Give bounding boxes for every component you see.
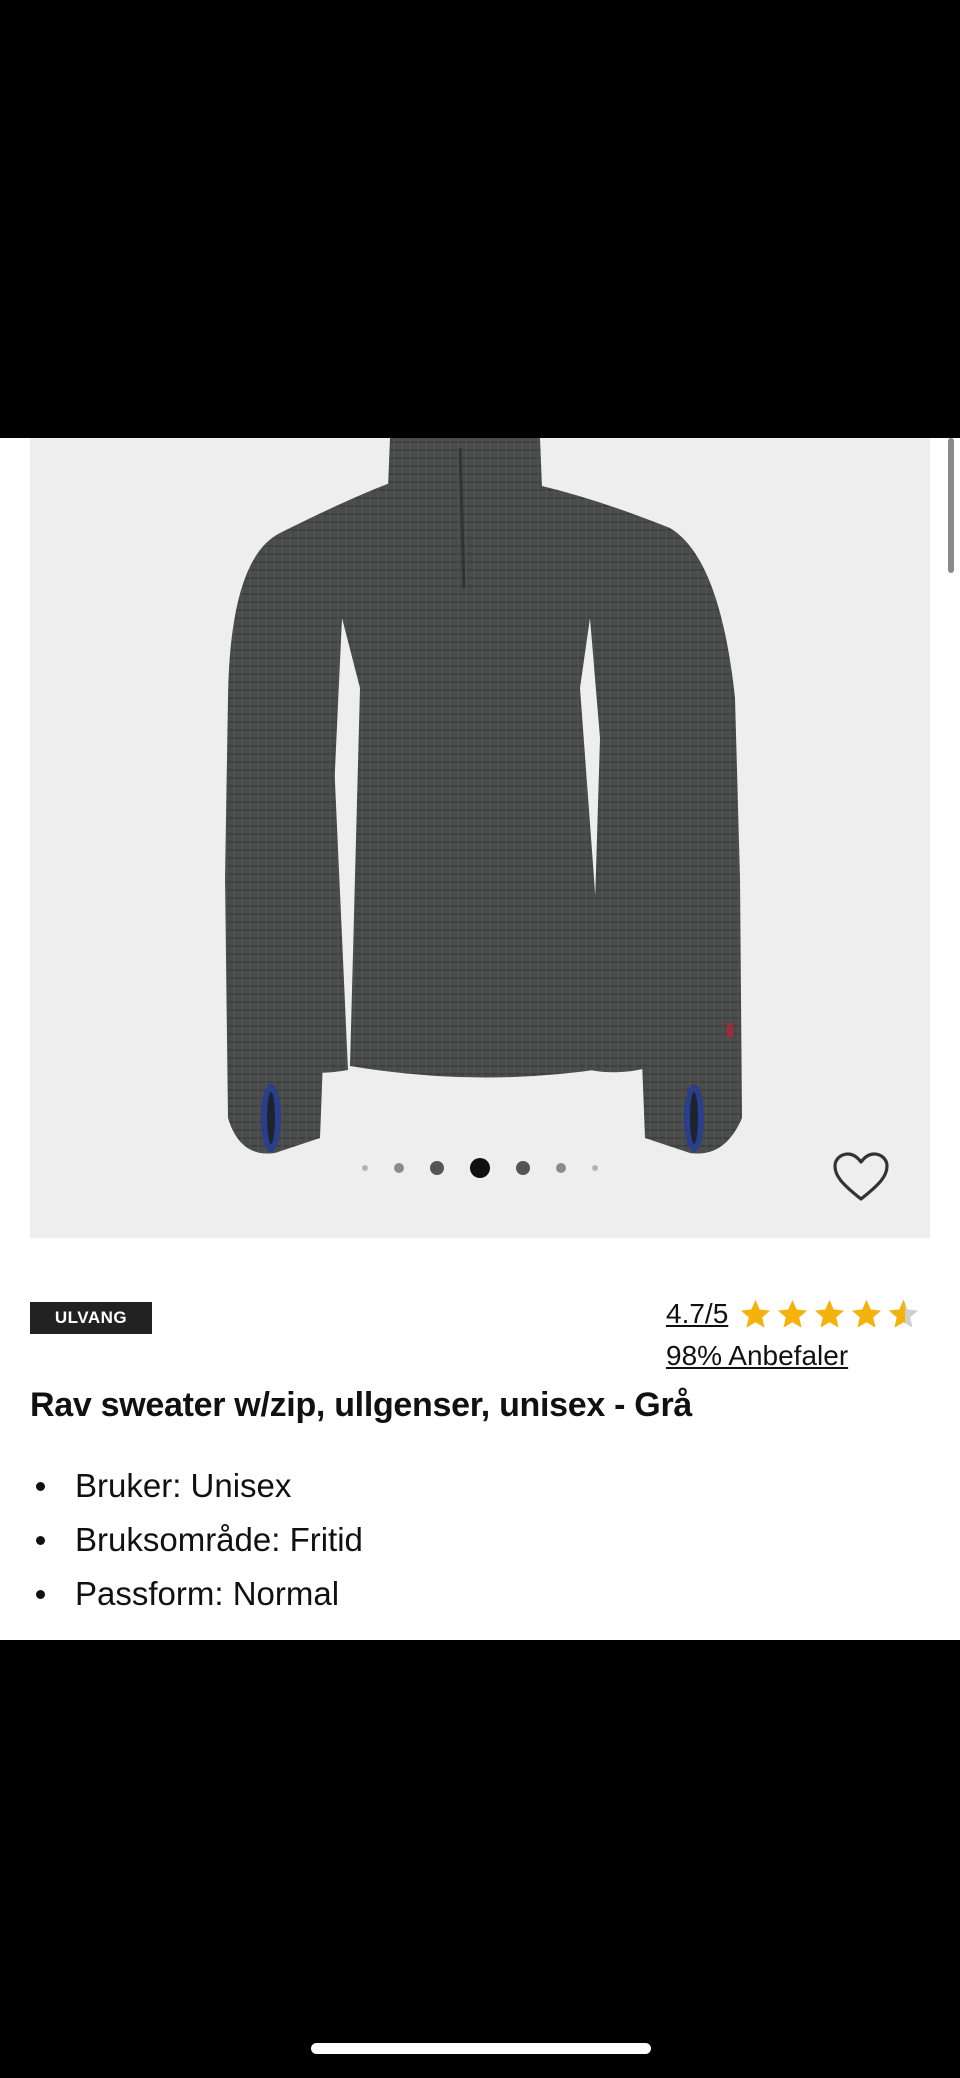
bullet-icon (36, 1589, 45, 1599)
product-title: Rav sweater w/zip, ullgenser, unisex - G… (30, 1386, 692, 1424)
product-content: ULVANG 4.7/5 98% Anbefaler Rav sweater w… (0, 438, 960, 1640)
product-image-carousel[interactable] (30, 438, 930, 1238)
star-icon (815, 1299, 845, 1328)
carousel-dot[interactable] (516, 1161, 530, 1175)
carousel-dot[interactable] (430, 1161, 444, 1175)
rating-block[interactable]: 4.7/5 98% Anbefaler (666, 1294, 930, 1372)
feature-item: Passform: Normal (30, 1567, 363, 1621)
recommend-link[interactable]: 98% Anbefaler (666, 1340, 930, 1372)
feature-item: Bruksområde: Fritid (30, 1513, 363, 1567)
carousel-dot[interactable] (556, 1163, 566, 1173)
star-icon (778, 1299, 808, 1328)
feature-item: Bruker: Unisex (30, 1459, 363, 1513)
top-black-area (0, 0, 960, 438)
carousel-dot-active[interactable] (470, 1158, 490, 1178)
home-indicator[interactable] (311, 2043, 651, 2054)
scrollbar[interactable] (948, 438, 954, 573)
product-image (225, 438, 742, 1154)
heart-icon[interactable] (832, 1151, 890, 1203)
bullet-icon (36, 1481, 45, 1491)
product-features: Bruker: Unisex Bruksområde: Fritid Passf… (30, 1459, 363, 1621)
star-rating (738, 1297, 921, 1332)
carousel-dot[interactable] (592, 1165, 598, 1171)
feature-text: Bruksområde: Fritid (75, 1521, 363, 1558)
carousel-dot[interactable] (394, 1163, 404, 1173)
star-half-icon (889, 1299, 919, 1328)
feature-text: Bruker: Unisex (75, 1467, 292, 1504)
carousel-dots[interactable] (30, 1158, 930, 1178)
star-icon (741, 1299, 771, 1328)
rating-score[interactable]: 4.7/5 (666, 1298, 728, 1330)
brand-logo[interactable]: ULVANG (30, 1302, 152, 1334)
star-icon (852, 1299, 882, 1328)
bullet-icon (36, 1535, 45, 1545)
carousel-dot[interactable] (362, 1165, 368, 1171)
feature-text: Passform: Normal (75, 1575, 340, 1612)
